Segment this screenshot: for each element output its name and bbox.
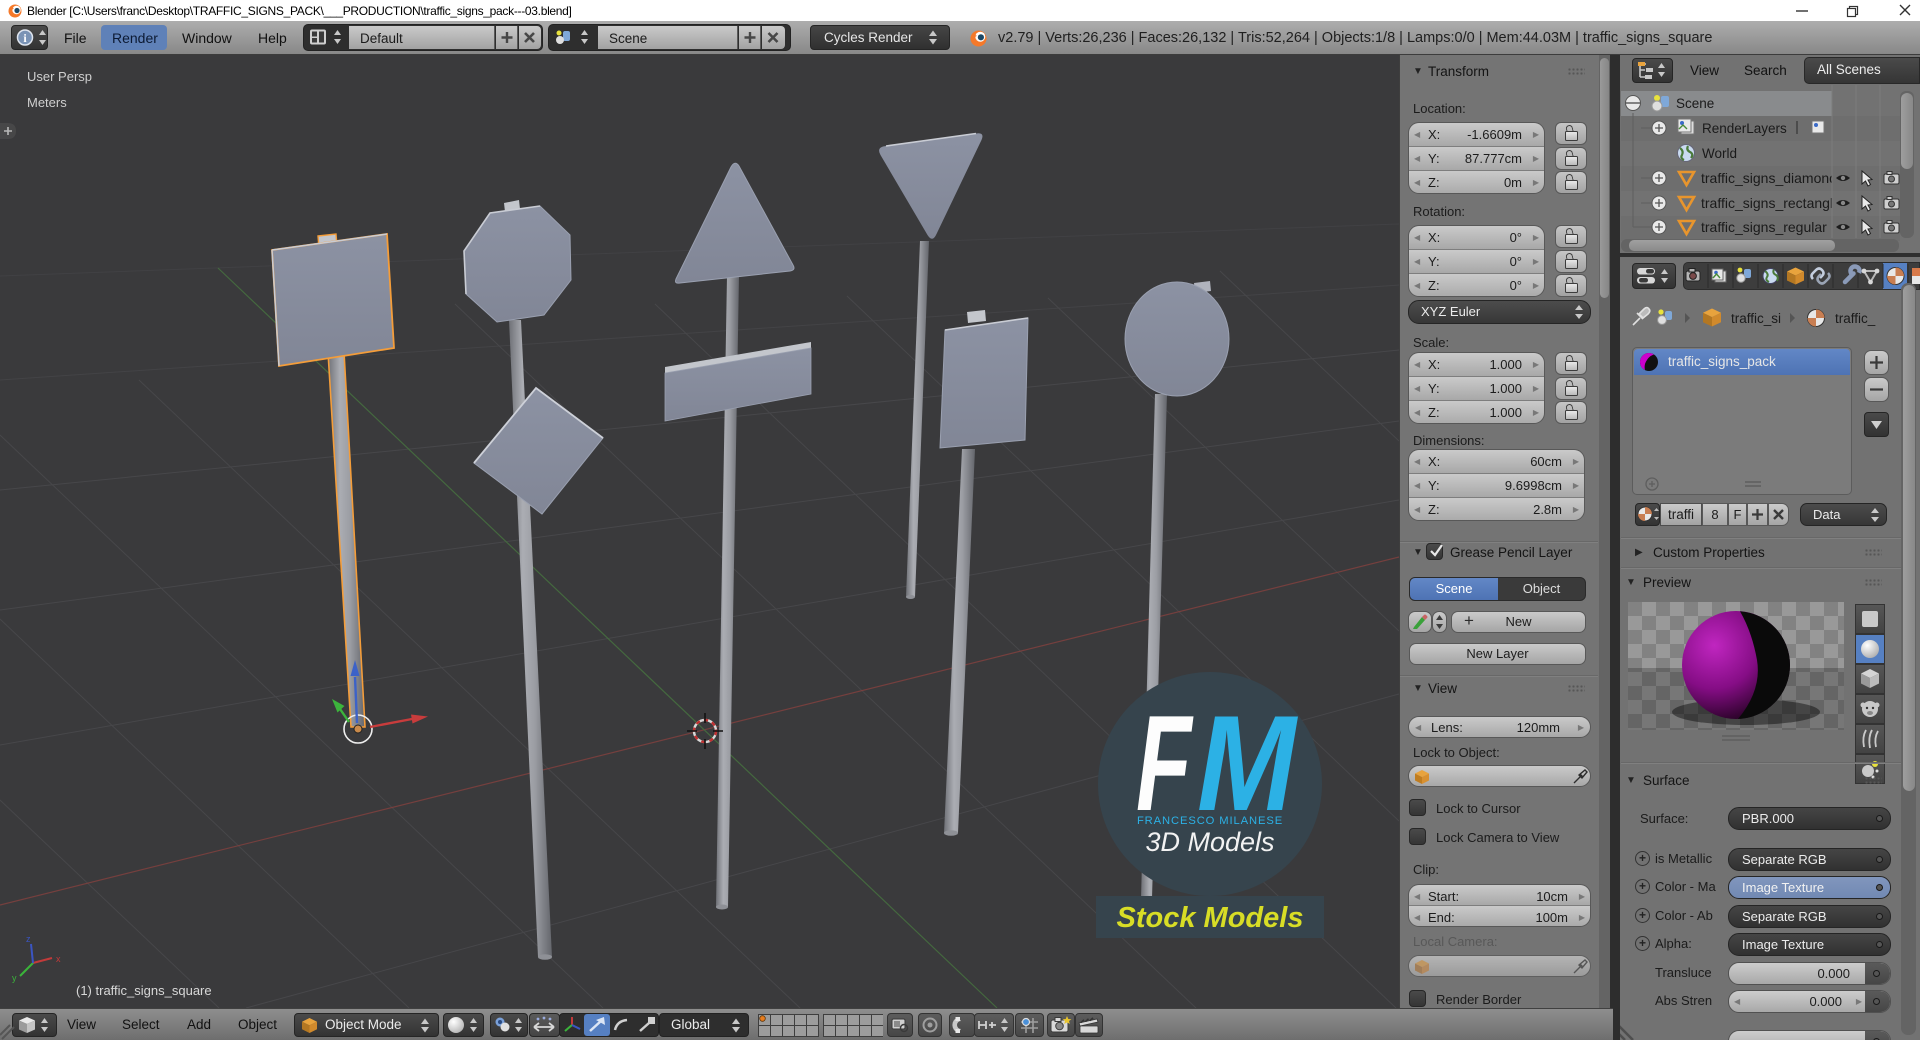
svg-text:traffic_si: traffic_si <box>1731 311 1781 326</box>
svg-text:(1) traffic_signs_square: (1) traffic_signs_square <box>76 983 212 998</box>
svg-text:z: z <box>26 934 31 944</box>
svg-text:Stock Models: Stock Models <box>1117 902 1304 934</box>
svg-text:traffic_signs_rectangle: traffic_signs_rectangle <box>1701 195 1841 211</box>
svg-text:traffic_: traffic_ <box>1835 311 1876 326</box>
svg-text:User Persp: User Persp <box>27 69 92 84</box>
svg-text:traffic_signs_diamond: traffic_signs_diamond <box>1701 170 1837 186</box>
svg-text:3D Models: 3D Models <box>1145 827 1274 857</box>
svg-text:Scene: Scene <box>1676 96 1714 111</box>
svg-text:RenderLayers: RenderLayers <box>1702 121 1787 136</box>
svg-text:y: y <box>12 973 17 983</box>
svg-text:FRANCESCO MILANESE: FRANCESCO MILANESE <box>1137 815 1283 827</box>
svg-text:World: World <box>1702 146 1737 161</box>
svg-text:Meters: Meters <box>27 95 67 110</box>
svg-text:x: x <box>56 954 61 964</box>
svg-text:traffic_signs_regular: traffic_signs_regular <box>1701 219 1827 235</box>
